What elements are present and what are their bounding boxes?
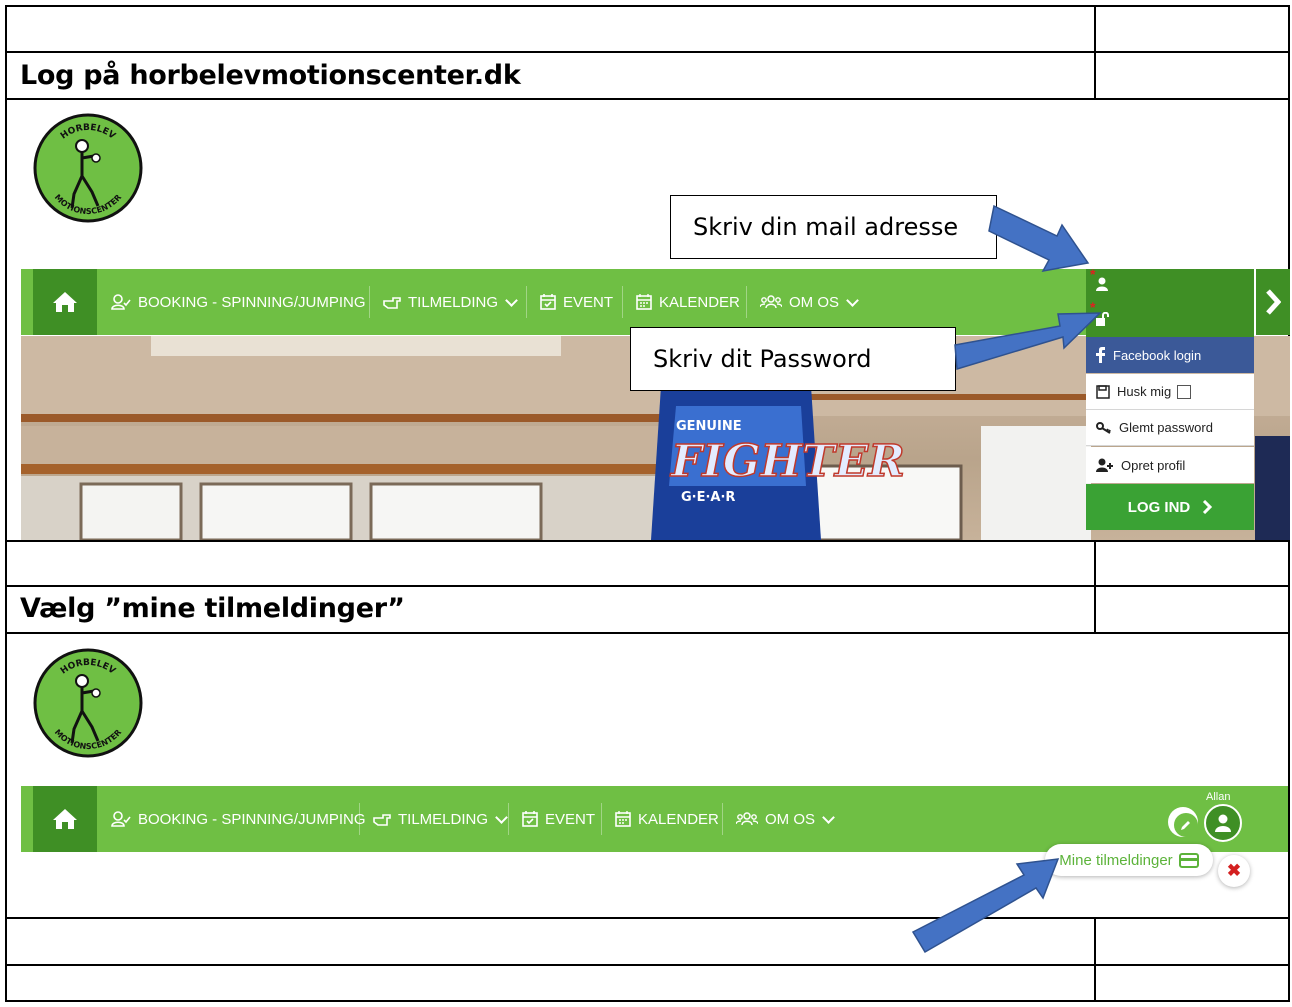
arrow-to-registrations bbox=[911, 858, 1060, 954]
arrow-to-email bbox=[988, 204, 1090, 273]
arrow-to-password bbox=[954, 312, 1102, 370]
annotation-arrows bbox=[911, 204, 1102, 954]
